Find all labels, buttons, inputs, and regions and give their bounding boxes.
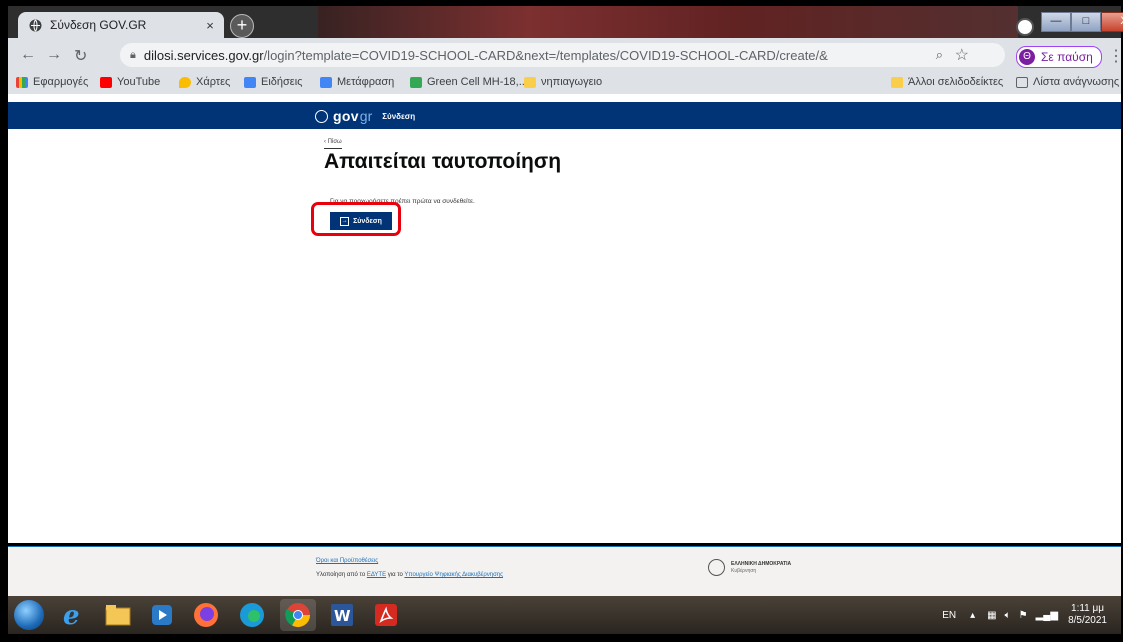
profile-avatar: Θ (1019, 49, 1035, 65)
action-center-flag-icon[interactable]: ⚑ (1019, 610, 1028, 621)
folder-icon (524, 76, 536, 88)
bookmark-folder-nipiagogeio[interactable]: νηπιαγωγειο (524, 76, 602, 88)
bookmark-label: Άλλοι σελιδοδείκτες (908, 76, 1004, 88)
logo-gov-text: gov (333, 108, 359, 124)
url-path: /login?template=COVID19-SCHOOL-CARD&next… (263, 47, 828, 63)
bookmark-label: Μετάφραση (337, 76, 395, 88)
bookmark-news[interactable]: Ειδήσεις (244, 76, 302, 88)
new-tab-button[interactable]: + (230, 14, 254, 38)
tray-expand-icon[interactable]: ▴ (970, 610, 975, 621)
bookmark-label: YouTube (117, 76, 161, 88)
svg-text:e: e (63, 601, 80, 629)
file-explorer-icon[interactable] (102, 599, 134, 631)
browser-toolbar: ← → ↻ 🔒︎ dilosi.services.gov.gr/login?te… (8, 38, 1123, 72)
close-window-button[interactable]: X (1101, 12, 1123, 32)
ie-icon[interactable]: e (56, 599, 88, 631)
grnet-link[interactable]: ΕΔΥΤΕ (367, 572, 386, 578)
forward-arrow-icon[interactable]: → (46, 46, 62, 64)
browser-tabstrip: Σύνδεση GOV.GR × + — □ X (8, 6, 1123, 38)
bookmark-label: Green Cell MH-18,... (427, 76, 528, 88)
seal-icon (708, 559, 725, 576)
media-player-icon[interactable] (146, 599, 178, 631)
bookmark-label: Εφαρμογές (33, 76, 89, 88)
brand-subtitle: Κυβέρνηση (731, 568, 757, 574)
translate-icon (320, 76, 332, 88)
clock-time: 1:11 μμ (1071, 603, 1105, 614)
lock-icon: 🔒︎ (130, 48, 136, 61)
bookmark-label: Χάρτες (196, 76, 231, 88)
windows-taskbar: e W EN ▴ ▦ 🔈︎ ⚑ ▂▄▆ 1:11 μμ 8/5/2021 (8, 596, 1121, 634)
system-tray: EN ▴ ▦ 🔈︎ ⚑ ▂▄▆ 1:11 μμ 8/5/2021 (942, 596, 1121, 634)
hellenic-republic-logo: ΕΛΛΗΝΙΚΗ ΔΗΜΟΚΡΑΤΙΑ Κυβέρνηση (708, 559, 791, 576)
clock-date: 8/5/2021 (1068, 615, 1107, 626)
back-arrow-icon[interactable]: ← (20, 46, 36, 64)
reading-list-icon (1016, 76, 1028, 88)
minimize-button[interactable]: — (1041, 12, 1071, 32)
implementation-note: Υλοποίηση από το ΕΔΥΤΕ για το Υπουργείο … (316, 572, 503, 578)
screenshot-frame: Σύνδεση GOV.GR × + — □ X ← → ↻ 🔒︎ dilosi… (0, 0, 1123, 642)
back-link[interactable]: ‹ Πίσω (324, 139, 342, 149)
red-highlight-box (311, 202, 401, 236)
impl-mid: για το (386, 572, 405, 578)
page-footer: Όροι και Προϋποθέσεις Υλοποίηση από το Ε… (8, 546, 1121, 597)
url-host: dilosi.services.gov.gr (143, 47, 264, 63)
firefox-icon[interactable] (190, 599, 222, 631)
terms-link[interactable]: Όροι και Προϋποθέσεις (316, 558, 378, 564)
svg-text:W: W (334, 607, 351, 625)
impl-prefix: Υλοποίηση από το (316, 572, 367, 578)
system-clock[interactable]: 1:11 μμ 8/5/2021 (1068, 603, 1107, 627)
page-title: Απαιτείται ταυτοποίηση (324, 150, 562, 173)
youtube-icon (100, 76, 112, 88)
browser-tab[interactable]: Σύνδεση GOV.GR × (18, 12, 224, 38)
language-indicator[interactable]: EN (942, 610, 956, 621)
tab-title: Σύνδεση GOV.GR (50, 18, 147, 32)
header-login-link[interactable]: Σύνδεση (382, 112, 415, 121)
news-icon (244, 76, 256, 88)
profile-paused-button[interactable]: Θ Σε παύση (1016, 46, 1102, 68)
bookmark-label: νηπιαγωγειο (541, 76, 603, 88)
bookmark-apps[interactable]: Εφαρμογές (16, 76, 88, 88)
address-bar[interactable]: 🔒︎ dilosi.services.gov.gr/login?template… (120, 43, 1005, 67)
maximize-button[interactable]: □ (1071, 12, 1101, 32)
bookmark-star-icon[interactable]: ☆ (955, 45, 969, 65)
brand-title: ΕΛΛΗΝΙΚΗ ΔΗΜΟΚΡΑΤΙΑ (731, 561, 792, 567)
start-button[interactable] (14, 600, 44, 630)
reload-icon[interactable]: ↻ (74, 46, 87, 66)
web-page: gov gr Σύνδεση ‹ Πίσω Απαιτείται ταυτοποί… (8, 94, 1121, 597)
folder-icon (891, 76, 903, 88)
window-controls: — □ X (1041, 12, 1123, 32)
seal-icon (315, 109, 328, 123)
reading-list-label: Λίστα ανάγνωσης (1033, 76, 1120, 88)
menu-kebab-icon[interactable]: ⋮ (1108, 46, 1123, 66)
tab-close-icon[interactable]: × (202, 18, 218, 33)
bookmark-label: Ειδήσεις (261, 76, 303, 88)
bookmark-other[interactable]: Άλλοι σελιδοδείκτες (891, 76, 1003, 88)
logo-gr-text: gr (359, 108, 373, 124)
zoom-icon[interactable]: ⌕ (936, 47, 943, 63)
background-window-title (318, 6, 1018, 38)
edge-icon[interactable] (236, 599, 268, 631)
bookmarks-bar: Εφαρμογές YouTube Χάρτες Ειδήσεις Μετάφρ… (8, 72, 1121, 94)
volume-icon[interactable]: 🔈︎ (1005, 610, 1011, 621)
map-pin-icon (179, 76, 191, 88)
bookmark-greencell[interactable]: Green Cell MH-18,... (410, 76, 528, 88)
govgr-logo[interactable]: gov gr Σύνδεση (315, 108, 415, 124)
network-tray-icon[interactable]: ▦ (987, 610, 996, 621)
leaf-icon (410, 76, 422, 88)
apps-grid-icon (16, 76, 28, 88)
acrobat-icon[interactable] (370, 599, 402, 631)
reading-list-button[interactable]: Λίστα ανάγνωσης (1016, 76, 1119, 88)
govgr-header: gov gr Σύνδεση (8, 102, 1121, 129)
profile-status-label: Σε παύση (1041, 50, 1093, 64)
bookmark-translate[interactable]: Μετάφραση (320, 76, 394, 88)
bookmark-maps[interactable]: Χάρτες (179, 76, 230, 88)
chrome-icon[interactable] (280, 599, 316, 631)
profile-indicator-icon[interactable] (1016, 18, 1034, 36)
ministry-link[interactable]: Υπουργείο Ψηφιακής Διακυβέρνησης (404, 572, 503, 578)
signal-icon[interactable]: ▂▄▆ (1036, 610, 1058, 621)
globe-icon (28, 18, 42, 32)
bookmark-youtube[interactable]: YouTube (100, 76, 160, 88)
word-icon[interactable]: W (326, 599, 358, 631)
